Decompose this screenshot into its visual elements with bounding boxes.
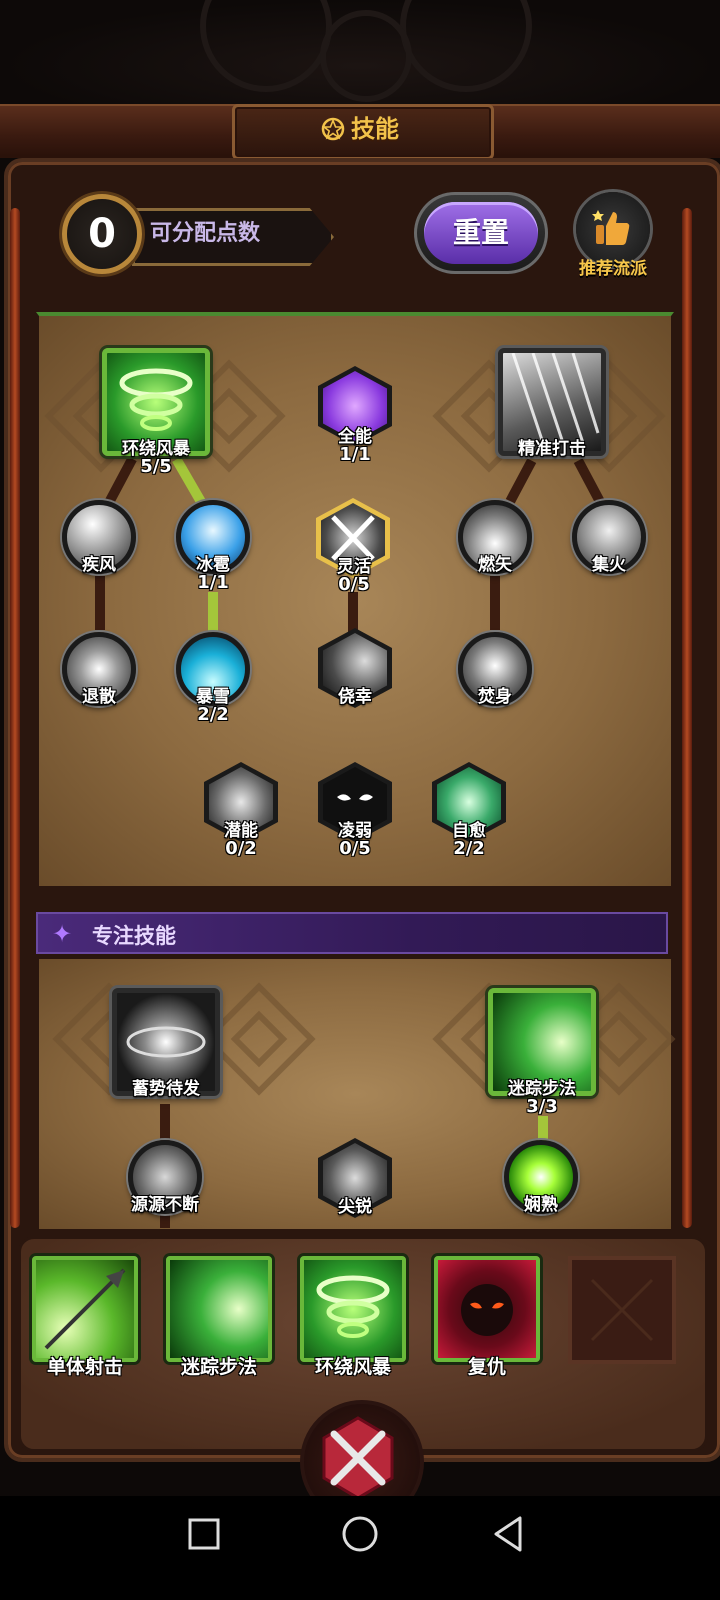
circle-icon xyxy=(342,1516,378,1552)
skill-node-endless-source[interactable]: 源源不断 xyxy=(128,1140,202,1220)
skill-label: 尖锐 xyxy=(338,1197,372,1217)
skill-node-hail[interactable]: 冰雹 1/1 xyxy=(176,500,250,596)
back-button[interactable] xyxy=(488,1510,538,1560)
hotbar-slot-2[interactable] xyxy=(166,1256,272,1362)
hotbar-slot-empty[interactable] xyxy=(568,1256,676,1364)
skill-count: 3/3 xyxy=(526,1096,558,1117)
home-button[interactable] xyxy=(335,1510,385,1560)
hotbar-label: 环绕风暴 xyxy=(314,1356,391,1378)
skill-node-proficient[interactable]: 娴熟 xyxy=(504,1140,578,1220)
connector xyxy=(95,576,105,630)
left-rail xyxy=(10,208,20,1228)
right-rail xyxy=(682,208,692,1228)
skill-node-weakness[interactable]: 凌弱 0/5 xyxy=(318,762,392,862)
skill-label: 源源不断 xyxy=(131,1195,199,1215)
hotbar-slot-1[interactable] xyxy=(32,1256,138,1362)
connector xyxy=(348,592,358,632)
skill-count: 2/2 xyxy=(197,704,229,725)
skill-label: 精准打击 xyxy=(518,439,586,459)
green-tornado-icon xyxy=(316,1275,390,1338)
skill-label: 娴熟 xyxy=(524,1195,558,1215)
skill-count: 1/1 xyxy=(339,444,371,465)
skill-label: 疾风 xyxy=(82,555,116,575)
skill-node-self-heal[interactable]: 自愈 2/2 xyxy=(432,762,506,862)
skill-node-elusive-step[interactable]: 迷踪步法 3/3 xyxy=(488,988,596,1120)
skill-count: 0/5 xyxy=(339,838,371,859)
skill-label: 蓄势待发 xyxy=(132,1079,200,1099)
skill-label: 燃矢 xyxy=(478,555,512,575)
focus-skills-header: ✦ 专注技能 xyxy=(36,912,668,954)
back-triangle-icon xyxy=(494,1516,522,1552)
demon-face-icon xyxy=(461,1284,513,1336)
skill-label: 焚身 xyxy=(478,687,512,707)
arrow-shot-icon xyxy=(44,1268,126,1350)
thumbs-up-icon xyxy=(592,210,630,245)
skill-count: 1/1 xyxy=(197,572,229,593)
title-label: 技能 xyxy=(351,115,399,143)
reset-button-label: 重置 xyxy=(424,202,538,264)
connector-active xyxy=(208,592,218,632)
skill-count: 2/2 xyxy=(453,838,485,859)
square-icon xyxy=(188,1518,220,1550)
focus-skills-title: 专注技能 xyxy=(92,924,176,948)
skill-node-sharp[interactable]: 尖锐 xyxy=(318,1138,392,1220)
reset-button[interactable]: 重置 xyxy=(414,192,548,274)
skill-count: 0/2 xyxy=(225,838,257,859)
hotbar-label: 复仇 xyxy=(467,1356,506,1378)
skill-node-repel[interactable]: 退散 xyxy=(62,632,136,712)
top-ornament xyxy=(0,0,720,110)
hotbar-label: 单体射击 xyxy=(46,1356,123,1378)
skill-node-focus-fire[interactable]: 集火 xyxy=(572,500,646,580)
skill-node-potential[interactable]: 潜能 0/2 xyxy=(204,762,278,862)
skill-node-circling-storm[interactable]: 环绕风暴 5/5 xyxy=(102,348,210,477)
recent-apps-button[interactable] xyxy=(180,1510,230,1560)
empty-slot-icon xyxy=(590,1278,654,1342)
hotbar-slot-3[interactable] xyxy=(300,1256,406,1362)
recommend-label: 推荐流派 xyxy=(579,259,647,279)
star-icon: ✦ xyxy=(52,920,73,948)
skill-label: 退散 xyxy=(82,687,116,707)
skill-node-gale[interactable]: 疾风 xyxy=(62,500,136,580)
skill-label: 集火 xyxy=(592,555,626,575)
skill-node-burning-arrow[interactable]: 燃矢 xyxy=(458,500,532,580)
skill-count: 5/5 xyxy=(140,456,172,477)
skill-node-omni[interactable]: 全能 1/1 xyxy=(318,366,392,474)
skill-node-lucky[interactable]: 侥幸 xyxy=(318,628,392,714)
skill-node-charge-up[interactable]: 蓄势待发 xyxy=(112,988,220,1102)
points-counter: 0 xyxy=(62,194,142,274)
page-title: 技能 xyxy=(232,104,488,154)
skill-node-blizzard[interactable]: 暴雪 2/2 xyxy=(176,632,250,728)
recommend-build-button[interactable]: 推荐流派 xyxy=(570,192,656,279)
hotbar-label: 迷踪步法 xyxy=(180,1356,257,1378)
skill-node-agile[interactable]: 灵活 0/5 xyxy=(316,498,392,596)
connector xyxy=(160,1104,170,1144)
skill-node-self-burn[interactable]: 焚身 xyxy=(458,632,532,712)
connector xyxy=(490,576,500,630)
points-label: 可分配点数 xyxy=(150,221,261,246)
pentagram-icon xyxy=(321,104,345,154)
hotbar-slot-4[interactable] xyxy=(434,1256,540,1362)
skill-label: 侥幸 xyxy=(338,687,372,707)
skill-count: 0/5 xyxy=(338,574,370,595)
skill-node-precise-strike[interactable]: 精准打击 xyxy=(498,348,606,462)
